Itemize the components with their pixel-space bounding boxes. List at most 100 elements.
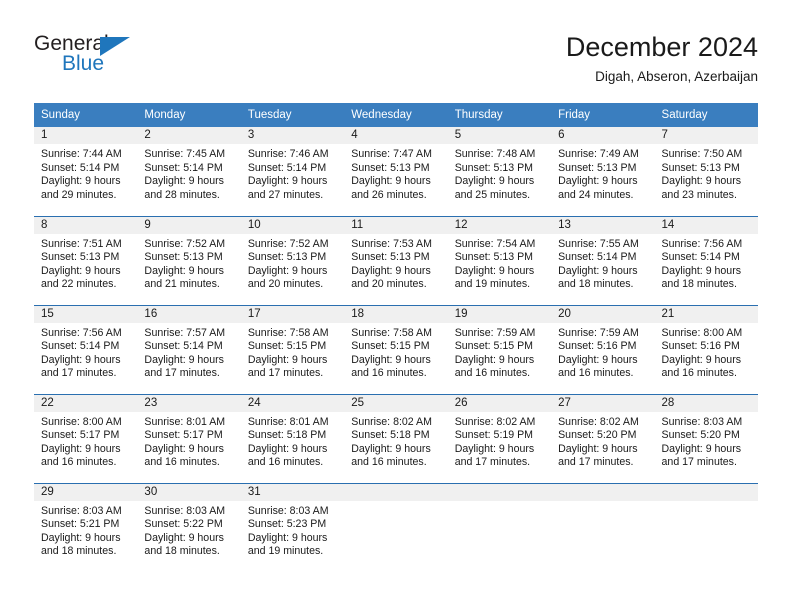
daylight-text: Daylight: 9 hours and 16 minutes. <box>558 353 638 380</box>
sunrise-text: Sunrise: 7:45 AM <box>144 148 226 160</box>
weekday-header-thursday: Thursday <box>447 103 552 127</box>
calendar-day-cell[interactable]: 29 Sunrise: 8:03 AM Sunset: 5:21 PM Dayligh… <box>34 482 138 572</box>
sunset-text: Sunset: 5:13 PM <box>454 161 534 174</box>
calendar-day-cell[interactable]: 15 Sunrise: 7:56 AM Sunset: 5:14 PM Dayligh… <box>34 304 138 394</box>
weekday-header-saturday: Saturday <box>654 103 758 127</box>
day-cell-inner: 6 Sunrise: 7:49 AM Sunset: 5:13 PM Daylight… <box>551 127 655 216</box>
day-cell-inner: 21 Sunrise: 8:00 AM Sunset: 5:16 PM Dayligh… <box>654 305 758 394</box>
day-number: 9 <box>137 216 241 234</box>
day-cell-details: Sunrise: 7:49 AM Sunset: 5:13 PM Daylight:… <box>551 144 654 202</box>
calendar-day-cell[interactable]: 2 Sunrise: 7:45 AM Sunset: 5:14 PM Daylight… <box>137 127 241 216</box>
calendar-day-cell[interactable]: 26 Sunrise: 8:02 AM Sunset: 5:19 PM Dayligh… <box>447 393 552 483</box>
day-cell-details: Sunrise: 7:59 AM Sunset: 5:16 PM Daylight:… <box>551 323 654 381</box>
sunrise-text: Sunrise: 7:52 AM <box>247 237 329 250</box>
sunset-text: Sunset: 5:21 PM <box>41 518 120 531</box>
calendar-day-cell[interactable]: 22 Sunrise: 8:00 AM Sunset: 5:17 PM Dayligh… <box>34 393 138 483</box>
day-cell-inner: 30 Sunrise: 8:03 AM Sunset: 5:22 PM Dayligh… <box>137 483 241 573</box>
day-cell-inner <box>344 483 448 573</box>
calendar-day-cell[interactable]: 23 Sunrise: 8:01 AM Sunset: 5:17 PM Dayligh… <box>137 393 241 483</box>
weekday-header-sunday: Sunday <box>34 103 138 127</box>
day-number: 4 <box>344 127 448 144</box>
sunrise-text: Sunrise: 8:03 AM <box>41 504 122 517</box>
calendar-day-cell[interactable]: 5 Sunrise: 7:48 AM Sunset: 5:13 PM Daylight… <box>447 127 552 216</box>
sunset-text: Sunset: 5:22 PM <box>144 518 223 531</box>
calendar-day-cell[interactable]: 12 Sunrise: 7:54 AM Sunset: 5:13 PM Dayligh… <box>447 215 552 305</box>
day-cell-details: Sunrise: 8:01 AM Sunset: 5:17 PM Daylight:… <box>137 412 240 470</box>
sunrise-text: Sunrise: 7:52 AM <box>144 237 226 250</box>
calendar-day-cell[interactable]: 31 Sunrise: 8:03 AM Sunset: 5:23 PM Dayligh… <box>240 482 345 572</box>
day-cell-details <box>344 501 447 505</box>
daylight-text: Daylight: 9 hours and 16 minutes. <box>454 353 535 380</box>
day-cell-inner: 11 Sunrise: 7:53 AM Sunset: 5:13 PM Dayligh… <box>344 216 448 305</box>
day-cell-inner: 10 Sunrise: 7:52 AM Sunset: 5:13 PM Dayligh… <box>240 216 345 305</box>
day-cell-details: Sunrise: 7:45 AM Sunset: 5:14 PM Daylight:… <box>137 144 240 202</box>
day-cell-details: Sunrise: 7:44 AM Sunset: 5:14 PM Daylight:… <box>34 144 137 202</box>
calendar-week-row: 8 Sunrise: 7:51 AM Sunset: 5:13 PM Daylight… <box>34 215 758 305</box>
sunset-text: Sunset: 5:20 PM <box>661 429 740 442</box>
sunrise-text: Sunrise: 7:58 AM <box>351 326 432 339</box>
calendar-day-cell[interactable]: 24 Sunrise: 8:01 AM Sunset: 5:18 PM Dayligh… <box>240 393 345 483</box>
sunrise-text: Sunrise: 8:03 AM <box>247 504 329 517</box>
calendar-day-cell[interactable]: 20 Sunrise: 7:59 AM Sunset: 5:16 PM Dayligh… <box>551 304 655 394</box>
day-cell-details: Sunrise: 8:00 AM Sunset: 5:17 PM Daylight:… <box>34 412 137 470</box>
weekday-header-friday: Friday <box>551 103 655 127</box>
calendar-day-cell[interactable]: 18 Sunrise: 7:58 AM Sunset: 5:15 PM Dayligh… <box>344 304 448 394</box>
day-cell-details: Sunrise: 8:00 AM Sunset: 5:16 PM Daylight:… <box>655 323 758 381</box>
calendar-day-cell[interactable]: 9 Sunrise: 7:52 AM Sunset: 5:13 PM Daylight… <box>137 215 241 305</box>
calendar-day-cell[interactable]: 30 Sunrise: 8:03 AM Sunset: 5:22 PM Dayligh… <box>137 482 241 573</box>
calendar-day-cell-empty <box>447 482 552 572</box>
sunset-text: Sunset: 5:13 PM <box>454 251 534 264</box>
day-number: 19 <box>447 305 552 323</box>
calendar-day-cell[interactable]: 21 Sunrise: 8:00 AM Sunset: 5:16 PM Dayligh… <box>654 304 758 394</box>
day-number <box>447 483 552 501</box>
calendar-page: General Blue December 2024 Digah, Absero… <box>0 0 792 612</box>
calendar-day-cell[interactable]: 27 Sunrise: 8:02 AM Sunset: 5:20 PM Dayligh… <box>551 393 655 483</box>
page-title: December 2024 <box>565 32 758 62</box>
day-cell-details: Sunrise: 7:52 AM Sunset: 5:13 PM Daylight:… <box>137 234 240 292</box>
calendar-week-row: 15 Sunrise: 7:56 AM Sunset: 5:14 PM Dayligh… <box>34 304 758 394</box>
day-cell-inner: 25 Sunrise: 8:02 AM Sunset: 5:18 PM Dayligh… <box>344 394 448 483</box>
sunrise-text: Sunrise: 7:57 AM <box>144 326 226 339</box>
calendar-day-cell[interactable]: 17 Sunrise: 7:58 AM Sunset: 5:15 PM Dayligh… <box>240 304 345 394</box>
sunrise-sunset-calendar-table: Sunday Monday Tuesday Wednesday Thursday… <box>34 103 758 572</box>
calendar-day-cell[interactable]: 1 Sunrise: 7:44 AM Sunset: 5:14 PM Daylight… <box>34 127 138 216</box>
day-cell-inner: 28 Sunrise: 8:03 AM Sunset: 5:20 PM Dayligh… <box>654 394 758 483</box>
day-cell-details: Sunrise: 7:51 AM Sunset: 5:13 PM Daylight:… <box>34 234 137 292</box>
day-number: 29 <box>34 483 138 501</box>
calendar-day-cell[interactable]: 14 Sunrise: 7:56 AM Sunset: 5:14 PM Dayligh… <box>654 215 758 305</box>
day-cell-inner: 4 Sunrise: 7:47 AM Sunset: 5:13 PM Daylight… <box>344 127 448 216</box>
sunrise-text: Sunrise: 7:54 AM <box>454 237 536 250</box>
calendar-day-cell[interactable]: 28 Sunrise: 8:03 AM Sunset: 5:20 PM Dayligh… <box>654 393 758 483</box>
calendar-day-cell[interactable]: 10 Sunrise: 7:52 AM Sunset: 5:13 PM Dayligh… <box>240 215 345 305</box>
calendar-day-cell[interactable]: 7 Sunrise: 7:50 AM Sunset: 5:13 PM Daylight… <box>654 127 758 216</box>
calendar-day-cell[interactable]: 25 Sunrise: 8:02 AM Sunset: 5:18 PM Dayligh… <box>344 393 448 483</box>
general-blue-logo[interactable]: General Blue <box>34 32 154 88</box>
calendar-day-cell[interactable]: 3 Sunrise: 7:46 AM Sunset: 5:14 PM Daylight… <box>240 127 345 216</box>
sunrise-text: Sunrise: 7:59 AM <box>558 326 639 339</box>
day-number: 28 <box>654 394 758 412</box>
day-number: 10 <box>240 216 345 234</box>
calendar-day-cell[interactable]: 4 Sunrise: 7:47 AM Sunset: 5:13 PM Daylight… <box>344 127 448 216</box>
calendar-day-cell[interactable]: 19 Sunrise: 7:59 AM Sunset: 5:15 PM Dayligh… <box>447 304 552 394</box>
page-header: General Blue December 2024 Digah, Absero… <box>34 30 758 98</box>
calendar-day-cell[interactable]: 11 Sunrise: 7:53 AM Sunset: 5:13 PM Dayligh… <box>344 215 448 305</box>
sunset-text: Sunset: 5:14 PM <box>661 251 740 264</box>
sunrise-text: Sunrise: 7:49 AM <box>558 148 639 160</box>
day-cell-inner: 13 Sunrise: 7:55 AM Sunset: 5:14 PM Dayligh… <box>551 216 655 305</box>
day-cell-details: Sunrise: 7:52 AM Sunset: 5:13 PM Daylight:… <box>241 234 344 292</box>
day-cell-inner: 17 Sunrise: 7:58 AM Sunset: 5:15 PM Dayligh… <box>240 305 345 394</box>
daylight-text: Daylight: 9 hours and 16 minutes. <box>247 442 328 469</box>
calendar-day-cell[interactable]: 6 Sunrise: 7:49 AM Sunset: 5:13 PM Daylight… <box>551 127 655 216</box>
daylight-text: Daylight: 9 hours and 20 minutes. <box>351 264 431 291</box>
calendar-day-cell[interactable]: 8 Sunrise: 7:51 AM Sunset: 5:13 PM Daylight… <box>34 215 138 305</box>
calendar-day-cell[interactable]: 13 Sunrise: 7:55 AM Sunset: 5:14 PM Dayligh… <box>551 215 655 305</box>
sunrise-text: Sunrise: 8:02 AM <box>558 415 639 428</box>
calendar-day-cell[interactable]: 16 Sunrise: 7:57 AM Sunset: 5:14 PM Dayligh… <box>137 304 241 394</box>
day-cell-details: Sunrise: 7:55 AM Sunset: 5:14 PM Daylight:… <box>551 234 654 292</box>
day-cell-inner: 8 Sunrise: 7:51 AM Sunset: 5:13 PM Daylight… <box>34 216 138 305</box>
day-cell-inner: 9 Sunrise: 7:52 AM Sunset: 5:13 PM Daylight… <box>137 216 241 305</box>
day-cell-details: Sunrise: 8:02 AM Sunset: 5:20 PM Daylight:… <box>551 412 654 470</box>
sunset-text: Sunset: 5:15 PM <box>454 340 534 353</box>
daylight-text: Daylight: 9 hours and 18 minutes. <box>144 531 224 558</box>
calendar-day-cell-empty <box>654 482 758 572</box>
